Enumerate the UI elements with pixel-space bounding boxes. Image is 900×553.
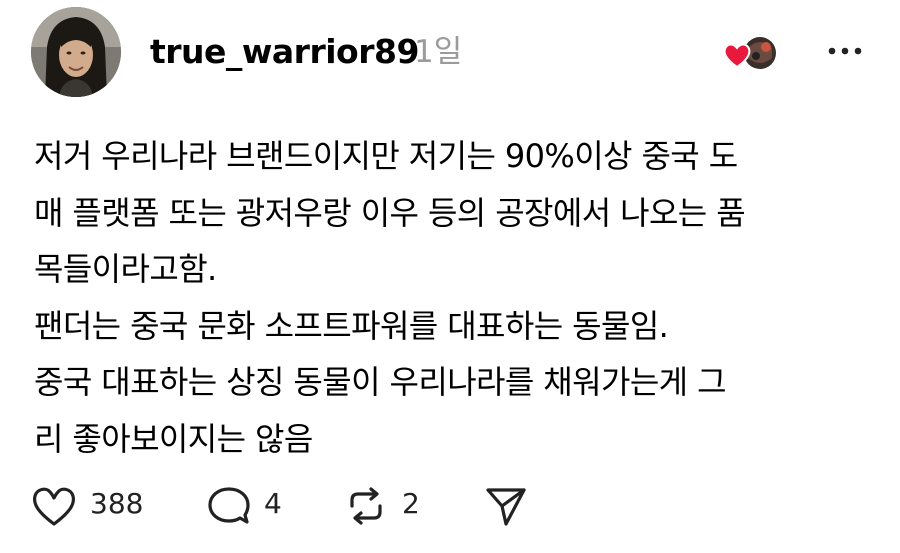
more-horizontal-icon [828,47,862,55]
post-timestamp: 1일 [414,34,463,70]
share-button[interactable] [480,476,536,532]
comment-bubble-icon [208,487,250,524]
profile-photo-icon [31,7,121,97]
like-button[interactable]: 388 [30,476,150,532]
post-body-line: 매 플랫폼 또는 광저우랑 이우 등의 공장에서 나오는 품 [34,193,746,232]
reply-count: 4 [264,487,282,520]
send-icon [486,488,526,526]
author-avatar[interactable] [31,7,121,97]
post-body-line: 리 좋아보이지는 않음 [34,419,313,458]
post-body-text: 저거 우리나라 브랜드이지만 저기는 90%이상 중국 도 매 플랫폼 또는 광… [34,128,884,467]
repost-icon [350,487,382,525]
reply-button[interactable]: 4 [206,476,296,532]
post-body-line: 저거 우리나라 브랜드이지만 저기는 90%이상 중국 도 [34,137,738,175]
heart-outline-icon [32,487,76,526]
post-body-line: 목들이라고함. [34,250,217,288]
post-action-bar: 388 4 2 [30,476,570,532]
liked-by-indicator[interactable] [720,34,784,74]
author-username[interactable]: true_warrior89 [150,30,419,74]
post-body-line: 팬더는 중국 문화 소프트파워를 대표하는 동물임. [34,306,669,345]
post-body-line: 중국 대표하는 상징 동물이 우리나라를 채워가는게 그 [34,363,727,401]
more-options-button[interactable] [826,38,864,64]
repost-count: 2 [402,487,420,520]
repost-button[interactable]: 2 [342,476,442,532]
like-count: 388 [90,487,144,520]
